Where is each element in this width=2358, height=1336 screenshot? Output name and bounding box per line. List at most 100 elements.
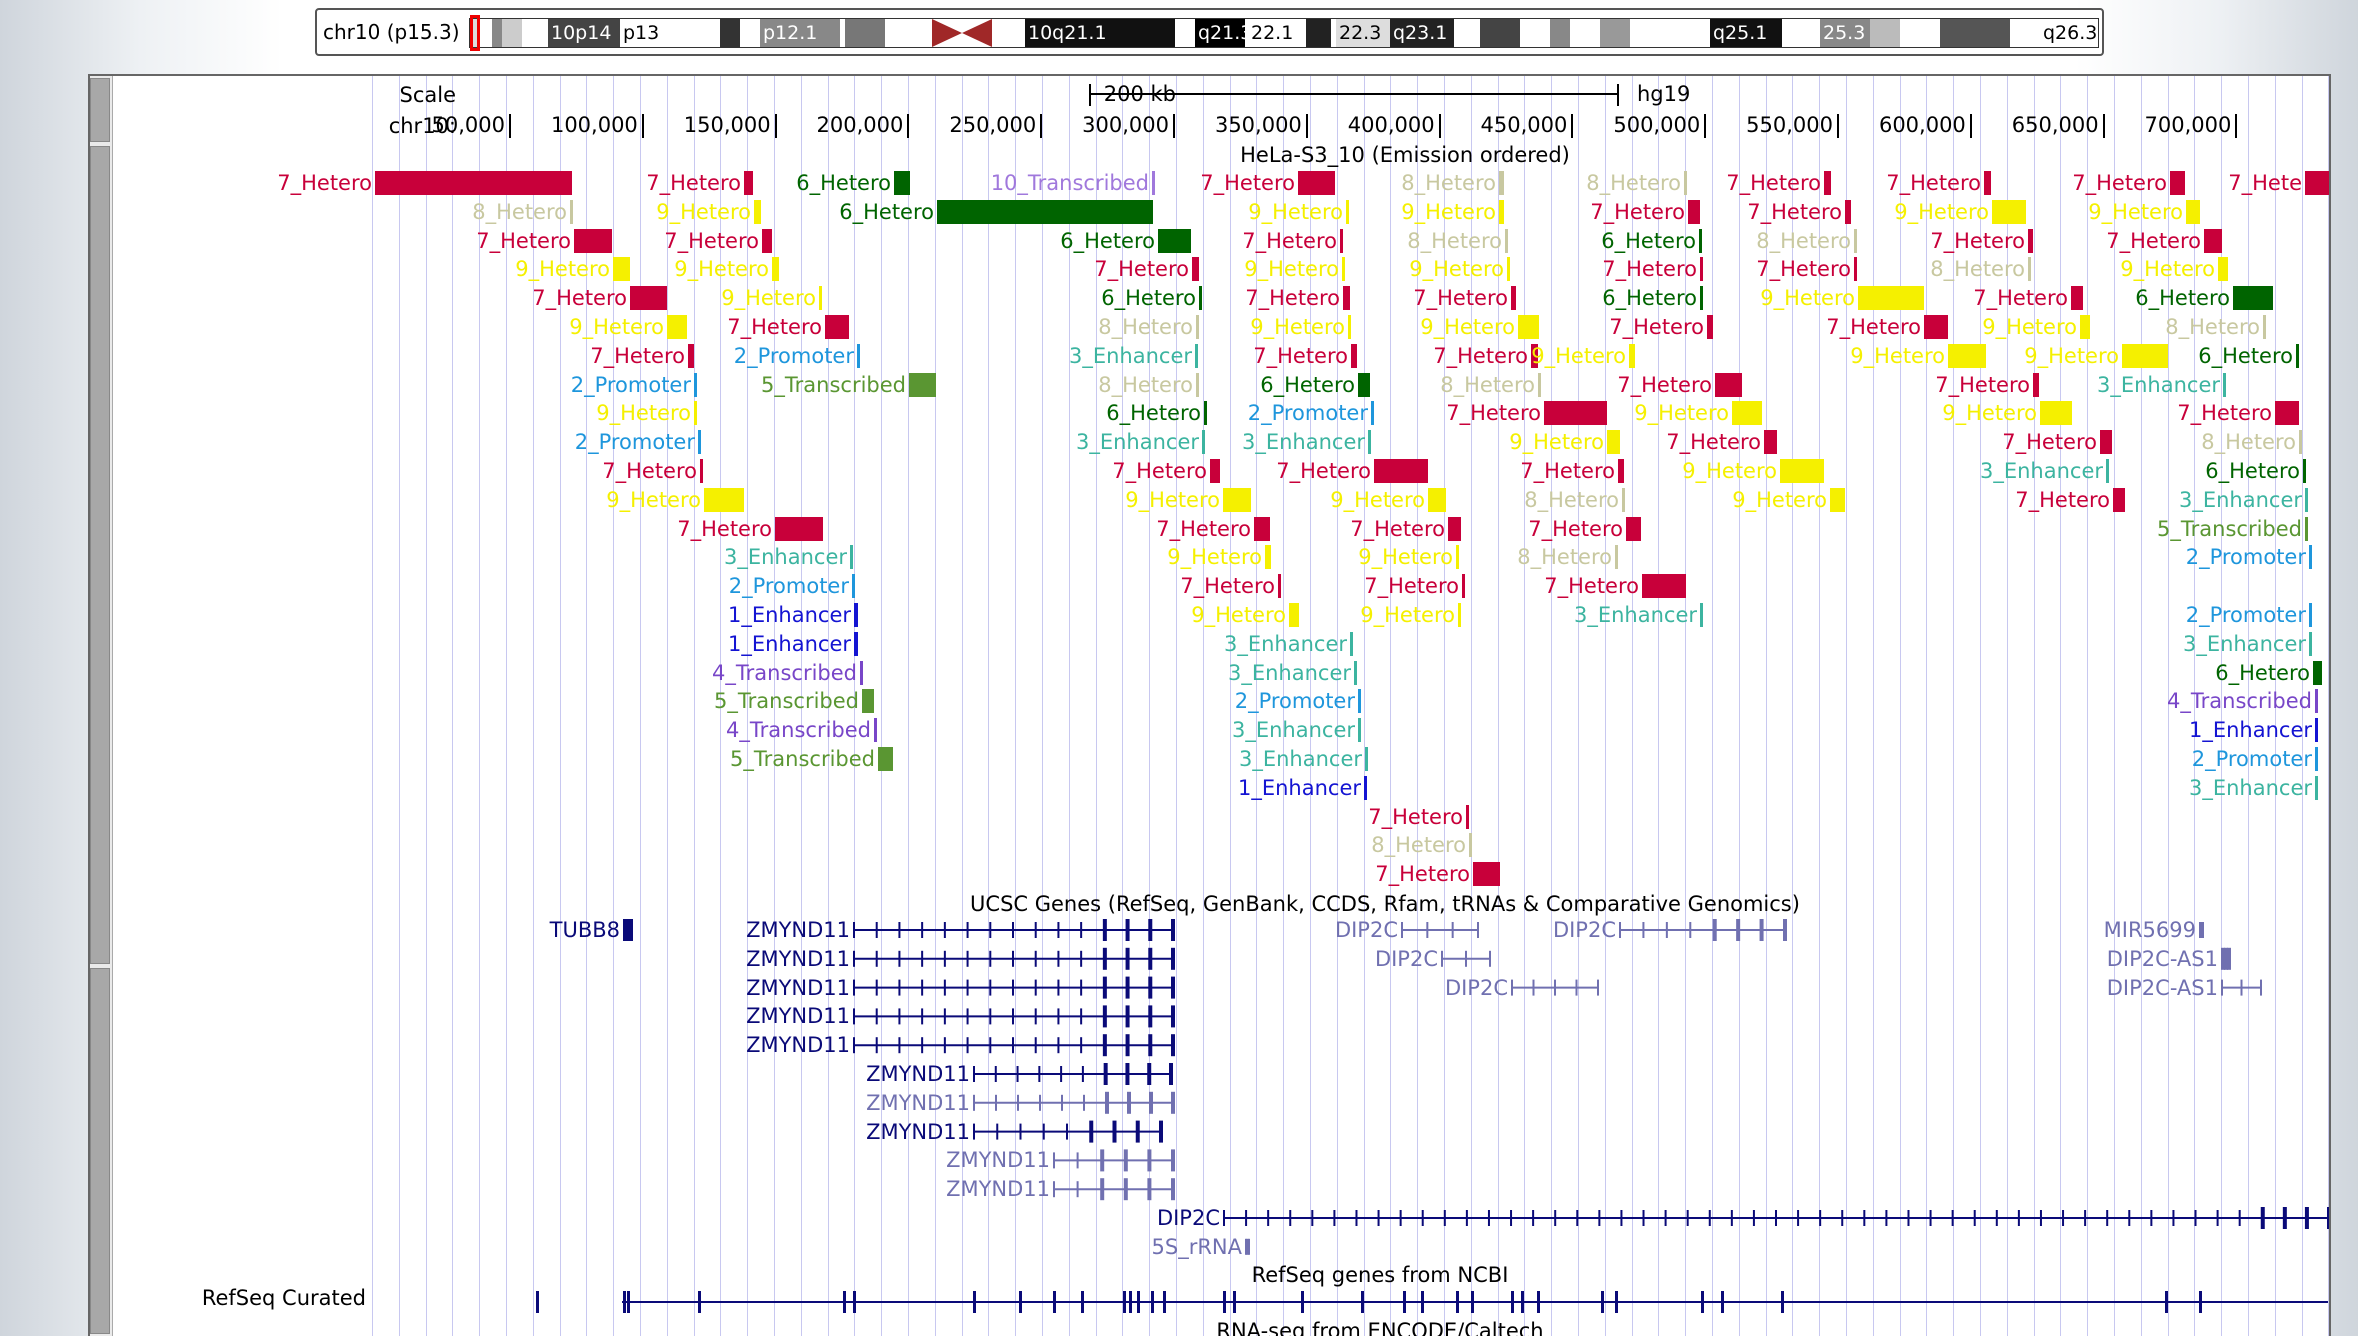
chromhmm-item-label[interactable]: 9_Hetero bbox=[1296, 199, 1496, 225]
chromhmm-item-label[interactable]: 9_Hetero bbox=[616, 285, 816, 311]
chromhmm-segment[interactable] bbox=[2218, 257, 2228, 282]
chromhmm-item-label[interactable]: 4_Transcribed bbox=[2112, 688, 2312, 714]
chromhmm-segment[interactable] bbox=[1469, 833, 1472, 858]
gene-label[interactable]: ZMYND11 bbox=[850, 1147, 1050, 1173]
chromhmm-item-label[interactable]: 7_Hetero bbox=[1270, 861, 1470, 887]
chromhmm-item-label[interactable]: 7_Hetero bbox=[1504, 314, 1704, 340]
gene-label[interactable]: ZMYND11 bbox=[770, 1090, 970, 1116]
chromhmm-segment[interactable] bbox=[1732, 401, 1762, 426]
chromhmm-item-label[interactable]: 6_Hetero bbox=[2110, 660, 2310, 686]
chromhmm-item-label[interactable]: 8_Hetero bbox=[2096, 429, 2296, 455]
chromhmm-segment[interactable] bbox=[1622, 487, 1625, 512]
chromhmm-segment[interactable] bbox=[2275, 401, 2299, 426]
chromhmm-item-label[interactable]: 2_Promoter bbox=[1155, 688, 1355, 714]
chromhmm-segment[interactable] bbox=[1764, 430, 1777, 455]
chromhmm-item-label[interactable]: 3_Enhancer bbox=[647, 544, 847, 570]
chromhmm-segment[interactable] bbox=[2305, 516, 2308, 541]
chromhmm-segment[interactable] bbox=[1466, 804, 1469, 829]
chromhmm-segment[interactable] bbox=[2305, 171, 2329, 195]
chromhmm-item-label[interactable]: 7_Hetero bbox=[1423, 516, 1623, 542]
gene-label[interactable]: ZMYND11 bbox=[650, 1003, 850, 1029]
chromhmm-item-label[interactable]: 2_Promoter bbox=[1168, 400, 1368, 426]
chromhmm-item-label[interactable]: 7_Hetero bbox=[1910, 487, 2110, 513]
chromhmm-segment[interactable] bbox=[819, 286, 822, 311]
chromhmm-item-label[interactable]: 7_Hetero bbox=[1512, 372, 1712, 398]
chromhmm-segment[interactable] bbox=[1615, 545, 1618, 570]
chromhmm-item-label[interactable]: 6_Hetero bbox=[955, 228, 1155, 254]
chromhmm-item-label[interactable]: 7_Hetero bbox=[1171, 458, 1371, 484]
side-button-genes[interactable] bbox=[90, 968, 110, 1334]
chromhmm-item-label[interactable]: 8_Hetero bbox=[1296, 170, 1496, 196]
chromhmm-segment[interactable] bbox=[2309, 545, 2312, 570]
chromhmm-item-label[interactable]: 9_Hetero bbox=[491, 400, 691, 426]
gene-label[interactable]: ZMYND11 bbox=[770, 1119, 970, 1145]
chromhmm-item-label[interactable]: 2_Promoter bbox=[2112, 746, 2312, 772]
chromhmm-item-label[interactable]: 9_Hetero bbox=[569, 256, 769, 282]
gene-label[interactable]: ZMYND11 bbox=[650, 975, 850, 1001]
chromhmm-item-label[interactable]: 1_Enhancer bbox=[651, 602, 851, 628]
chromhmm-segment[interactable] bbox=[1642, 574, 1686, 599]
chromhmm-item-label[interactable]: 7_Hetero bbox=[1148, 343, 1348, 369]
gene-label[interactable]: MIR5699 bbox=[1996, 917, 2196, 943]
chromhmm-item-label[interactable]: 9_Hetero bbox=[1745, 343, 1945, 369]
chromhmm-item-label[interactable]: 3_Enhancer bbox=[1162, 746, 1362, 772]
chromhmm-segment[interactable] bbox=[825, 315, 849, 339]
side-button-chromhmm[interactable] bbox=[90, 146, 110, 964]
chromhmm-item-label[interactable]: 2_Promoter bbox=[2106, 602, 2306, 628]
chromhmm-segment[interactable] bbox=[2303, 459, 2306, 483]
chromhmm-segment[interactable] bbox=[2263, 315, 2266, 339]
chromosome-ideogram[interactable]: chr10 (p15.3) 10p14 p13 p12.1 10q21.1 q2… bbox=[315, 8, 2104, 56]
chromhmm-item-label[interactable]: 7_Hetero bbox=[1781, 170, 1981, 196]
gene-label[interactable]: ZMYND11 bbox=[770, 1061, 970, 1087]
chromosome-bands[interactable]: 10p14 p13 p12.1 10q21.1 q21.3 22.1 22.3 … bbox=[469, 15, 2099, 51]
gene-label[interactable]: DIP2C bbox=[1238, 946, 1438, 972]
chromhmm-segment[interactable] bbox=[2309, 603, 2312, 627]
chromhmm-item-label[interactable]: 7_Hetero bbox=[1439, 573, 1639, 599]
chromhmm-segment[interactable] bbox=[860, 660, 863, 685]
chromhmm-segment[interactable] bbox=[2186, 199, 2200, 224]
chromhmm-item-label[interactable]: 7_Hetero bbox=[1263, 804, 1463, 830]
chromhmm-item-label[interactable]: 6_Hetero bbox=[2093, 343, 2293, 369]
chromhmm-segment[interactable] bbox=[1458, 603, 1461, 627]
chromhmm-item-label[interactable]: 7_Hetero bbox=[2072, 400, 2272, 426]
chromhmm-item-label[interactable]: 7_Hetero bbox=[1341, 400, 1541, 426]
chromhmm-item-label[interactable]: 8_Hetero bbox=[1302, 228, 1502, 254]
chromhmm-segment[interactable] bbox=[1715, 372, 1742, 397]
chromhmm-segment[interactable] bbox=[1626, 516, 1641, 541]
chromhmm-item-label[interactable]: 9_Hetero bbox=[1315, 314, 1515, 340]
chromhmm-item-label[interactable]: 9_Hetero bbox=[1789, 199, 1989, 225]
chromhmm-segment[interactable] bbox=[704, 487, 744, 512]
chromhmm-item-label[interactable]: 9_Hetero bbox=[1225, 487, 1425, 513]
chromhmm-item-label[interactable]: 7_Hetero bbox=[1897, 429, 2097, 455]
chromhmm-item-label[interactable]: 8_Hetero bbox=[1419, 487, 1619, 513]
chromhmm-segment[interactable] bbox=[2233, 286, 2273, 311]
gene-label[interactable]: DIP2C bbox=[1020, 1205, 1220, 1231]
chromhmm-segment[interactable] bbox=[1780, 459, 1824, 483]
chromhmm-item-label[interactable]: 8_Hetero bbox=[367, 199, 567, 225]
chromhmm-segment[interactable] bbox=[700, 459, 703, 483]
chromhmm-segment[interactable] bbox=[854, 631, 858, 656]
chromhmm-item-label[interactable]: 7_Hetero bbox=[427, 285, 627, 311]
chromhmm-segment[interactable] bbox=[1700, 603, 1703, 627]
gene-label[interactable]: ZMYND11 bbox=[650, 1032, 850, 1058]
chromhmm-segment[interactable] bbox=[1354, 660, 1357, 685]
chromhmm-item-label[interactable]: 2_Promoter bbox=[495, 429, 695, 455]
chromhmm-item-label[interactable]: 1_Enhancer bbox=[2112, 717, 2312, 743]
chromhmm-item-label[interactable]: 3_Enhancer bbox=[1151, 660, 1351, 686]
chromhmm-segment[interactable] bbox=[2040, 401, 2072, 426]
chromhmm-segment[interactable] bbox=[762, 228, 772, 253]
chromhmm-segment[interactable] bbox=[2313, 660, 2322, 685]
chromhmm-segment[interactable] bbox=[909, 372, 936, 397]
chromhmm-segment[interactable] bbox=[694, 401, 697, 426]
chromhmm-item-label[interactable]: 6_Hetero bbox=[2100, 458, 2300, 484]
chromhmm-item-label[interactable]: 7_Hetero bbox=[1825, 228, 2025, 254]
chromhmm-item-label[interactable]: 8_Hetero bbox=[1266, 832, 1466, 858]
chromhmm-item-label[interactable]: 9_Hetero bbox=[1655, 285, 1855, 311]
chromhmm-segment[interactable] bbox=[1368, 430, 1371, 455]
chromhmm-item-label[interactable]: 2_Promoter bbox=[654, 343, 854, 369]
chromhmm-item-label[interactable]: 3_Enhancer bbox=[1155, 717, 1355, 743]
chromhmm-item-label[interactable]: 7_Hetero bbox=[622, 314, 822, 340]
chromhmm-item-label[interactable]: 8_Hetero bbox=[1412, 544, 1612, 570]
chromhmm-segment[interactable] bbox=[1358, 718, 1361, 743]
chromhmm-segment[interactable] bbox=[852, 574, 855, 599]
